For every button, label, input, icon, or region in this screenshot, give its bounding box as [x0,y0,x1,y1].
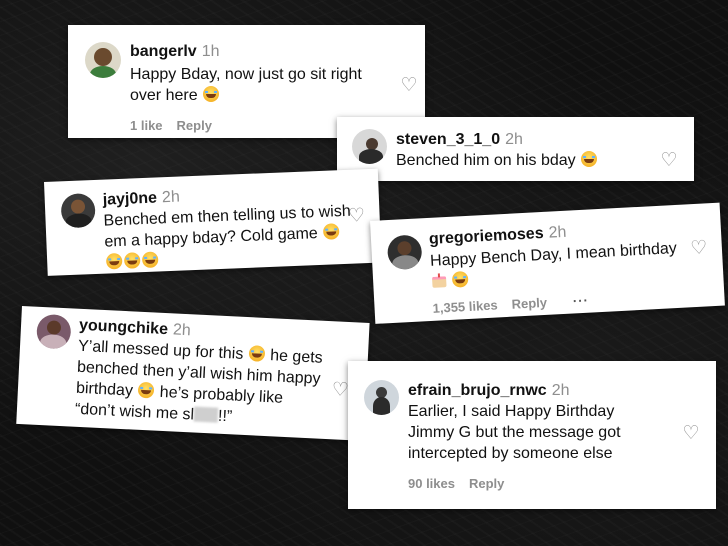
reply-button[interactable]: Reply [469,476,504,491]
heart-outline-icon[interactable]: ♡ [347,205,366,227]
tears-of-joy-emoji [248,345,266,362]
avatar[interactable] [386,234,423,271]
username[interactable]: youngchike [79,317,169,338]
comment-card-efrain: efrain_brujo_rnwc 2h Earlier, I said Happ… [348,361,716,509]
username[interactable]: efrain_brujo_rnwc [408,382,547,399]
tears-of-joy-emoji [322,223,340,240]
comment-card-steven: steven_3_1_0 2h Benched him on his bday ♡ [337,117,694,181]
like-count[interactable]: 1,355 likes [432,297,498,315]
timestamp: 1h [201,43,220,60]
avatar[interactable] [60,192,96,229]
comment-text: Happy Bday, now just go sit right over h… [130,66,362,104]
heart-outline-icon[interactable]: ♡ [660,151,678,170]
tears-of-joy-emoji [203,86,220,102]
comment-username-row: bangerlv 1h [130,43,219,61]
avatar[interactable] [35,313,72,350]
heart-outline-icon[interactable]: ♡ [331,379,350,401]
timestamp: 2h [172,321,192,340]
tears-of-joy-emoji [123,252,141,269]
heart-outline-icon[interactable]: ♡ [682,424,700,443]
avatar[interactable] [364,380,399,415]
comment-actions: 1 like Reply [130,118,212,133]
reply-button[interactable]: Reply [177,118,212,133]
timestamp: 2h [505,131,523,148]
comment-username-row: efrain_brujo_rnwc 2h [408,382,570,400]
comment-actions: 90 likes Reply [408,476,504,491]
timestamp: 2h [548,223,567,242]
username[interactable]: steven_3_1_0 [396,131,500,148]
comment-username-row: jayj0ne 2h [102,189,180,210]
comment-card-jayj0ne: jayj0ne 2h Benched em then telling us to … [44,168,382,276]
tears-of-joy-emoji [581,151,598,167]
comment-text: Benched him on his bday [396,150,656,171]
comment-card-youngchike: youngchike 2h Y’all messed up for this he… [16,306,370,441]
tears-of-joy-emoji [138,381,155,399]
reply-button[interactable]: Reply [511,295,547,312]
heart-outline-icon[interactable]: ♡ [689,237,708,259]
birthday-cake-emoji [431,273,448,288]
comment-card-gregoriemoses: gregoriemoses 2h Happy Bench Day, I mean … [370,202,725,324]
comment-actions: 1,355 likes Reply ··· [432,293,589,316]
avatar[interactable] [85,42,121,78]
username[interactable]: bangerlv [130,43,197,60]
tears-of-joy-emoji [105,252,123,270]
more-options-icon[interactable]: ··· [573,293,590,309]
avatar[interactable] [352,129,387,164]
like-count[interactable]: 1 like [130,118,163,133]
like-count[interactable]: 90 likes [408,476,455,491]
username[interactable]: gregoriemoses [429,225,544,248]
comment-text: Y’all messed up for this he gets benched… [74,337,324,426]
tears-of-joy-emoji [141,251,159,269]
timestamp: 2h [161,188,181,207]
username[interactable]: jayj0ne [102,189,157,208]
comment-text: Earlier, I said Happy Birthday Jimmy G b… [408,403,621,462]
comment-username-row: steven_3_1_0 2h [396,131,523,149]
heart-outline-icon[interactable]: ♡ [400,76,418,95]
comment-text: Benched em then telling us to wish em a … [103,200,365,273]
censored-text [193,406,219,423]
timestamp: 2h [551,382,570,399]
tears-of-joy-emoji [452,270,470,288]
